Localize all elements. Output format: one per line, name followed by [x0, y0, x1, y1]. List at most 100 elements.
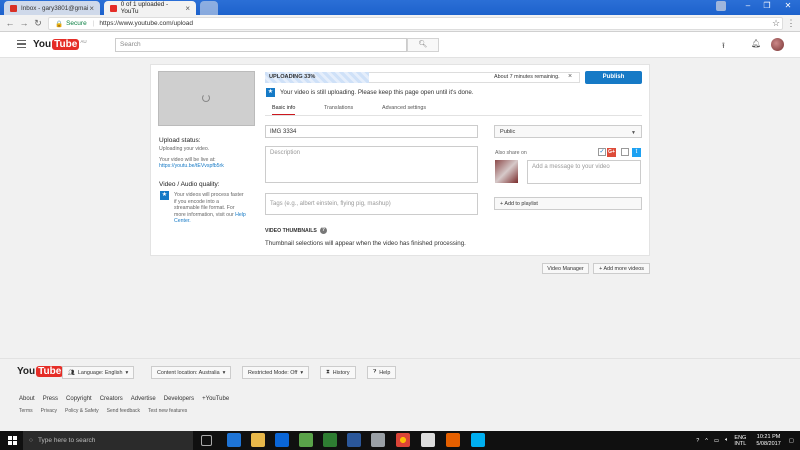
restricted-mode-button[interactable]: Restricted Mode: Off ▾	[242, 366, 310, 379]
url-field[interactable]: 🔒 Secure | https://www.youtube.com/upload	[48, 17, 783, 30]
windows-start-icon[interactable]	[8, 436, 17, 445]
keyboard-layout: INTL	[734, 440, 747, 447]
youtube-logo[interactable]: You Tube AU	[33, 39, 87, 50]
quality-heading: Video / Audio quality:	[159, 181, 220, 188]
secure-label: Secure	[66, 20, 87, 27]
reload-icon[interactable]: ↻	[32, 17, 44, 29]
help-icon[interactable]: ?	[319, 227, 327, 234]
clock-date: 5/08/2017	[756, 440, 781, 447]
publish-button[interactable]: Publish	[585, 71, 642, 84]
footer-link-creators[interactable]: Creators	[100, 396, 123, 402]
footer-link-advertise[interactable]: Advertise	[131, 396, 156, 402]
footer-link-press[interactable]: Press	[43, 396, 58, 402]
chrome-menu-icon[interactable]: ⋮	[785, 17, 797, 29]
network-icon[interactable]: ▭	[714, 438, 719, 444]
action-center-icon[interactable]: ▢	[789, 438, 794, 444]
volume-icon[interactable]: 🔈︎	[725, 437, 728, 444]
logo-you: You	[33, 39, 52, 50]
language-icon: 👥︎	[68, 369, 75, 376]
loading-spinner-icon	[202, 94, 210, 102]
quality-text: Your videos will process faster if you e…	[174, 192, 246, 225]
footer-link-policy-safety[interactable]: Policy & Safety	[65, 408, 99, 414]
word-icon[interactable]	[347, 433, 361, 447]
quality-text-body: Your videos will process faster if you e…	[174, 192, 244, 218]
new-tab-button[interactable]	[200, 1, 218, 15]
file-explorer-icon[interactable]	[251, 433, 265, 447]
window-close-icon[interactable]: ✕	[778, 0, 798, 12]
content-location-button[interactable]: Content location: Australia ▾	[151, 366, 232, 379]
store-icon[interactable]	[421, 433, 435, 447]
taskbar-search-box[interactable]: ○ Type here to search	[23, 431, 193, 450]
skype-icon[interactable]	[471, 433, 485, 447]
upload-icon[interactable]: ⭱	[722, 40, 725, 54]
chrome-icon[interactable]	[396, 433, 410, 447]
minimize-icon[interactable]: –	[738, 0, 758, 12]
footer-link-test-features[interactable]: Test new features	[148, 408, 187, 414]
close-icon[interactable]: ×	[89, 4, 94, 13]
restore-icon[interactable]: ❐	[757, 0, 777, 12]
google-plus-checkbox[interactable]: ✓	[598, 148, 606, 156]
browser-tab-bar: Inbox - gary3801@gmai × 0 of 1 uploaded …	[0, 0, 800, 15]
sheets-app-icon[interactable]	[323, 433, 337, 447]
tab-advanced-settings[interactable]: Advanced settings	[382, 105, 426, 114]
edge-icon[interactable]	[227, 433, 241, 447]
add-to-playlist-button[interactable]: + Add to playlist	[494, 197, 642, 210]
tab-translations[interactable]: Translations	[324, 105, 353, 114]
history-label: History	[332, 369, 350, 376]
footer-youtube-logo[interactable]: You Tube	[17, 366, 64, 377]
search-button[interactable]: 🔍︎	[407, 38, 439, 52]
description-field[interactable]: Description	[265, 146, 478, 183]
account-avatar[interactable]	[771, 38, 784, 51]
search-input[interactable]: Search	[115, 38, 407, 52]
secure-indicator[interactable]: 🔒 Secure	[55, 20, 87, 28]
cancel-upload-icon[interactable]: ×	[568, 73, 572, 80]
firefox-icon[interactable]	[446, 433, 460, 447]
privacy-select[interactable]: Public ▼	[494, 125, 642, 138]
input-language[interactable]: ENG INTL	[734, 435, 746, 447]
video-manager-button[interactable]: Video Manager	[542, 263, 589, 274]
task-view-icon[interactable]	[201, 435, 212, 446]
title-field[interactable]: IMG 3334	[265, 125, 478, 138]
footer-link-about[interactable]: About	[19, 396, 35, 402]
bookmark-star-icon[interactable]: ☆	[770, 17, 782, 29]
url-text: https://www.youtube.com/upload	[99, 20, 193, 27]
tab-youtube-upload[interactable]: 0 of 1 uploaded - YouTu ×	[104, 1, 196, 15]
dropbox-icon[interactable]	[275, 433, 289, 447]
show-hidden-icons-icon[interactable]: ^	[705, 438, 708, 444]
video-live-link[interactable]: https://youtu.be/tEVvspfb5rk	[159, 163, 224, 169]
share-message-field[interactable]: Add a message to your video	[527, 160, 641, 184]
history-button[interactable]: ⧗ History	[320, 366, 356, 379]
footer-link-terms[interactable]: Terms	[19, 408, 33, 414]
help-button[interactable]: ❓︎ Help	[367, 366, 397, 379]
add-more-videos-button[interactable]: + Add more videos	[593, 263, 650, 274]
footer-link-send-feedback[interactable]: Send feedback	[107, 408, 140, 414]
forward-icon[interactable]: →	[18, 17, 30, 29]
help-tray-icon[interactable]: ?	[696, 438, 699, 444]
search-icon: 🔍︎	[418, 41, 428, 48]
logo-tube: Tube	[52, 39, 80, 50]
profile-icon[interactable]	[716, 1, 726, 11]
footer-link-plus-youtube[interactable]: +YouTube	[202, 396, 229, 402]
notifications-bell-icon[interactable]: 🔔︎	[751, 39, 761, 48]
twitter-checkbox[interactable]	[621, 148, 629, 156]
footer-link-copyright[interactable]: Copyright	[66, 396, 92, 402]
tab-gmail[interactable]: Inbox - gary3801@gmai ×	[4, 1, 100, 15]
footer-link-privacy[interactable]: Privacy	[41, 408, 57, 414]
thumbnails-text: Thumbnail selections will appear when th…	[265, 240, 466, 247]
maps-app-icon[interactable]	[299, 433, 313, 447]
logo-region: AU	[80, 39, 87, 44]
thumbnails-heading-text: VIDEO THUMBNAILS	[265, 227, 317, 234]
upload-status-heading: Upload status:	[159, 137, 201, 144]
footer-link-developers[interactable]: Developers	[164, 396, 194, 402]
search-icon: ○	[29, 437, 33, 444]
help-circle-icon: ❓︎	[373, 369, 377, 375]
clock[interactable]: 10:21 PM 5/08/2017	[756, 434, 780, 447]
language-button[interactable]: 👥︎ Language: English ▾	[62, 366, 135, 379]
guide-menu-icon[interactable]	[17, 40, 26, 48]
taskbar-search-placeholder: Type here to search	[37, 437, 96, 444]
back-icon[interactable]: ←	[4, 17, 16, 29]
settings-app-icon[interactable]	[371, 433, 385, 447]
close-icon[interactable]: ×	[185, 4, 190, 13]
video-thumbnails-heading: VIDEO THUMBNAILS ?	[265, 227, 327, 234]
tags-field[interactable]: Tags (e.g., albert einstein, flying pig,…	[265, 193, 478, 215]
